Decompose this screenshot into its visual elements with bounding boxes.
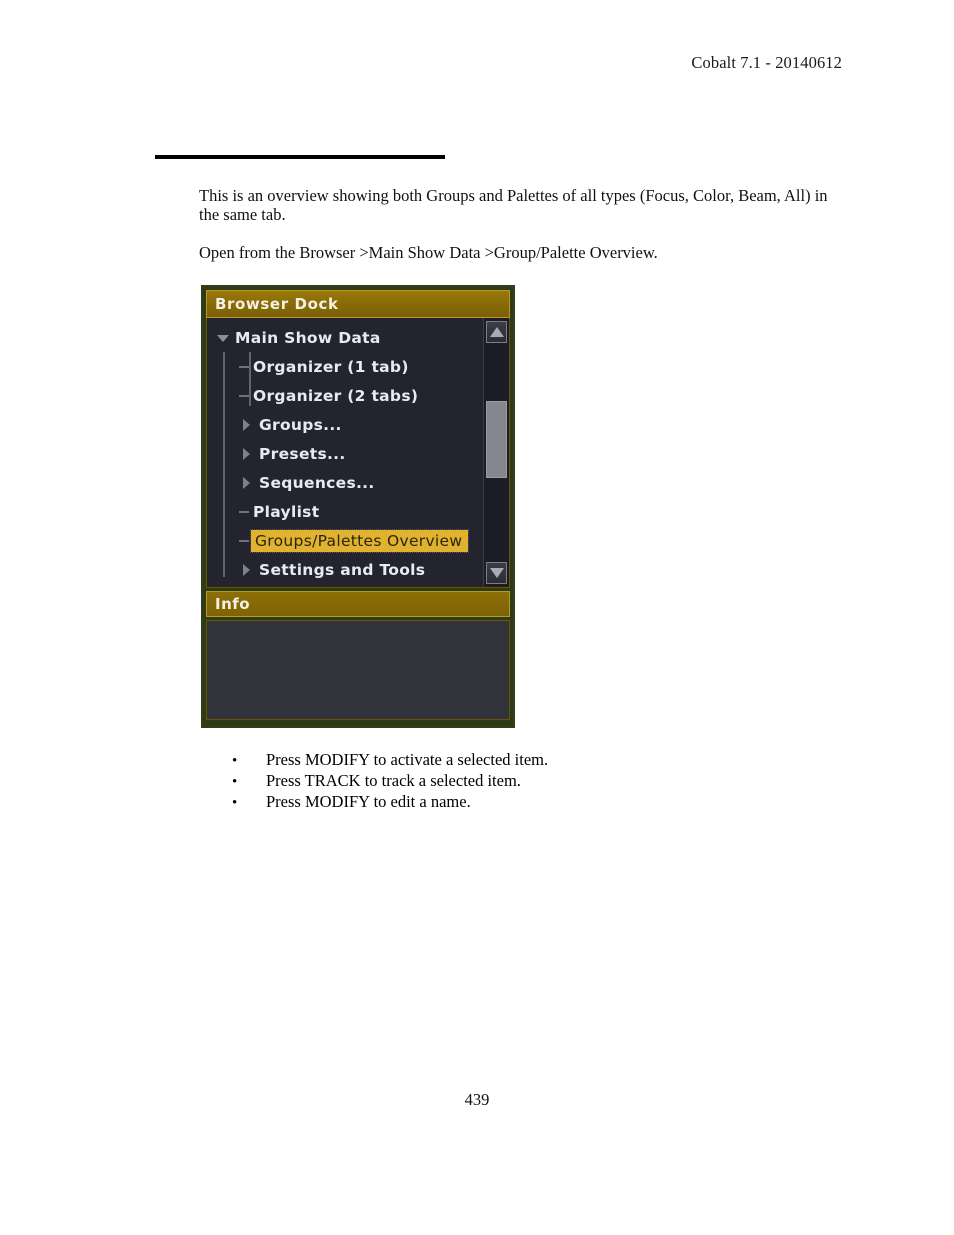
tree-branch-tick-icon <box>239 394 249 397</box>
tree-item-label: Sequences... <box>259 473 375 492</box>
scroll-up-arrow-icon[interactable] <box>486 321 507 343</box>
tree-item-label: Playlist <box>253 502 320 521</box>
tree-item-label: Groups/Palettes Overview <box>255 531 463 550</box>
list-item-label: Press TRACK to track a selected item. <box>266 771 521 790</box>
tree-branch-tick-icon <box>239 539 249 542</box>
browser-tree-area: Main Show Data Organizer (1 tab) Organiz… <box>206 318 510 588</box>
browser-dock-panel: Browser Dock Main Show Data Organizer (1… <box>201 285 515 728</box>
info-section-title: Info <box>215 595 251 613</box>
intro-paragraph: This is an overview showing both Groups … <box>199 186 828 224</box>
tree-item-sequences[interactable]: Sequences... <box>207 468 483 497</box>
tree-item-settings-and-tools[interactable]: Settings and Tools <box>207 555 483 584</box>
tree-item-groups-palettes-overview[interactable]: Groups/Palettes Overview <box>207 526 483 555</box>
list-item-label: Press MODIFY to edit a name. <box>266 792 471 811</box>
bullet-icon: • <box>232 753 238 769</box>
scrollbar-thumb[interactable] <box>486 400 507 479</box>
chevron-right-icon[interactable] <box>239 439 255 468</box>
tree-item-label: Organizer (1 tab) <box>253 357 409 376</box>
tree-item-organizer-1-tab[interactable]: Organizer (1 tab) <box>207 352 483 381</box>
tree-item-label: Settings and Tools <box>259 560 426 579</box>
list-item: • Press TRACK to track a selected item. <box>232 771 732 792</box>
chevron-right-icon[interactable] <box>239 410 255 439</box>
list-item-label: Press MODIFY to activate a selected item… <box>266 750 549 769</box>
tree-item-groups[interactable]: Groups... <box>207 410 483 439</box>
page-number: 439 <box>464 1090 490 1109</box>
tree-item-main-show-data[interactable]: Main Show Data <box>207 323 483 352</box>
chevron-right-icon[interactable] <box>239 555 255 584</box>
bullet-icon: • <box>232 795 238 811</box>
page-header: Cobalt 7.1 - 20140612 <box>691 53 842 72</box>
list-item: • Press MODIFY to edit a name. <box>232 792 732 813</box>
tree-branch-tick-icon <box>239 365 249 368</box>
section-heading-rule <box>155 155 445 159</box>
scroll-down-arrow-icon[interactable] <box>486 562 507 584</box>
browser-dock-title: Browser Dock <box>215 295 339 313</box>
tree-item-playlist[interactable]: Playlist <box>207 497 483 526</box>
open-from-paragraph: Open from the Browser >Main Show Data >G… <box>199 243 658 262</box>
browser-tree-list: Main Show Data Organizer (1 tab) Organiz… <box>207 318 483 587</box>
tree-branch-tick-icon <box>239 510 249 513</box>
tree-item-label: Groups... <box>259 415 342 434</box>
chevron-down-icon[interactable] <box>215 323 231 352</box>
tree-item-organizer-2-tabs[interactable]: Organizer (2 tabs) <box>207 381 483 410</box>
tree-item-selection-highlight: Groups/Palettes Overview <box>249 528 470 553</box>
list-item: • Press MODIFY to activate a selected it… <box>232 750 732 771</box>
tree-item-presets[interactable]: Presets... <box>207 439 483 468</box>
tree-item-label: Organizer (2 tabs) <box>253 386 419 405</box>
tree-item-label: Main Show Data <box>235 328 381 347</box>
tree-item-label: Presets... <box>259 444 346 463</box>
chevron-right-icon[interactable] <box>239 468 255 497</box>
instructions-list: • Press MODIFY to activate a selected it… <box>232 750 732 813</box>
bullet-icon: • <box>232 774 238 790</box>
browser-tree-scrollbar[interactable] <box>483 318 509 587</box>
scrollbar-track[interactable] <box>486 345 507 560</box>
browser-dock-titlebar: Browser Dock <box>206 290 510 318</box>
info-section-titlebar: Info <box>206 591 510 617</box>
info-section-body <box>206 620 510 720</box>
